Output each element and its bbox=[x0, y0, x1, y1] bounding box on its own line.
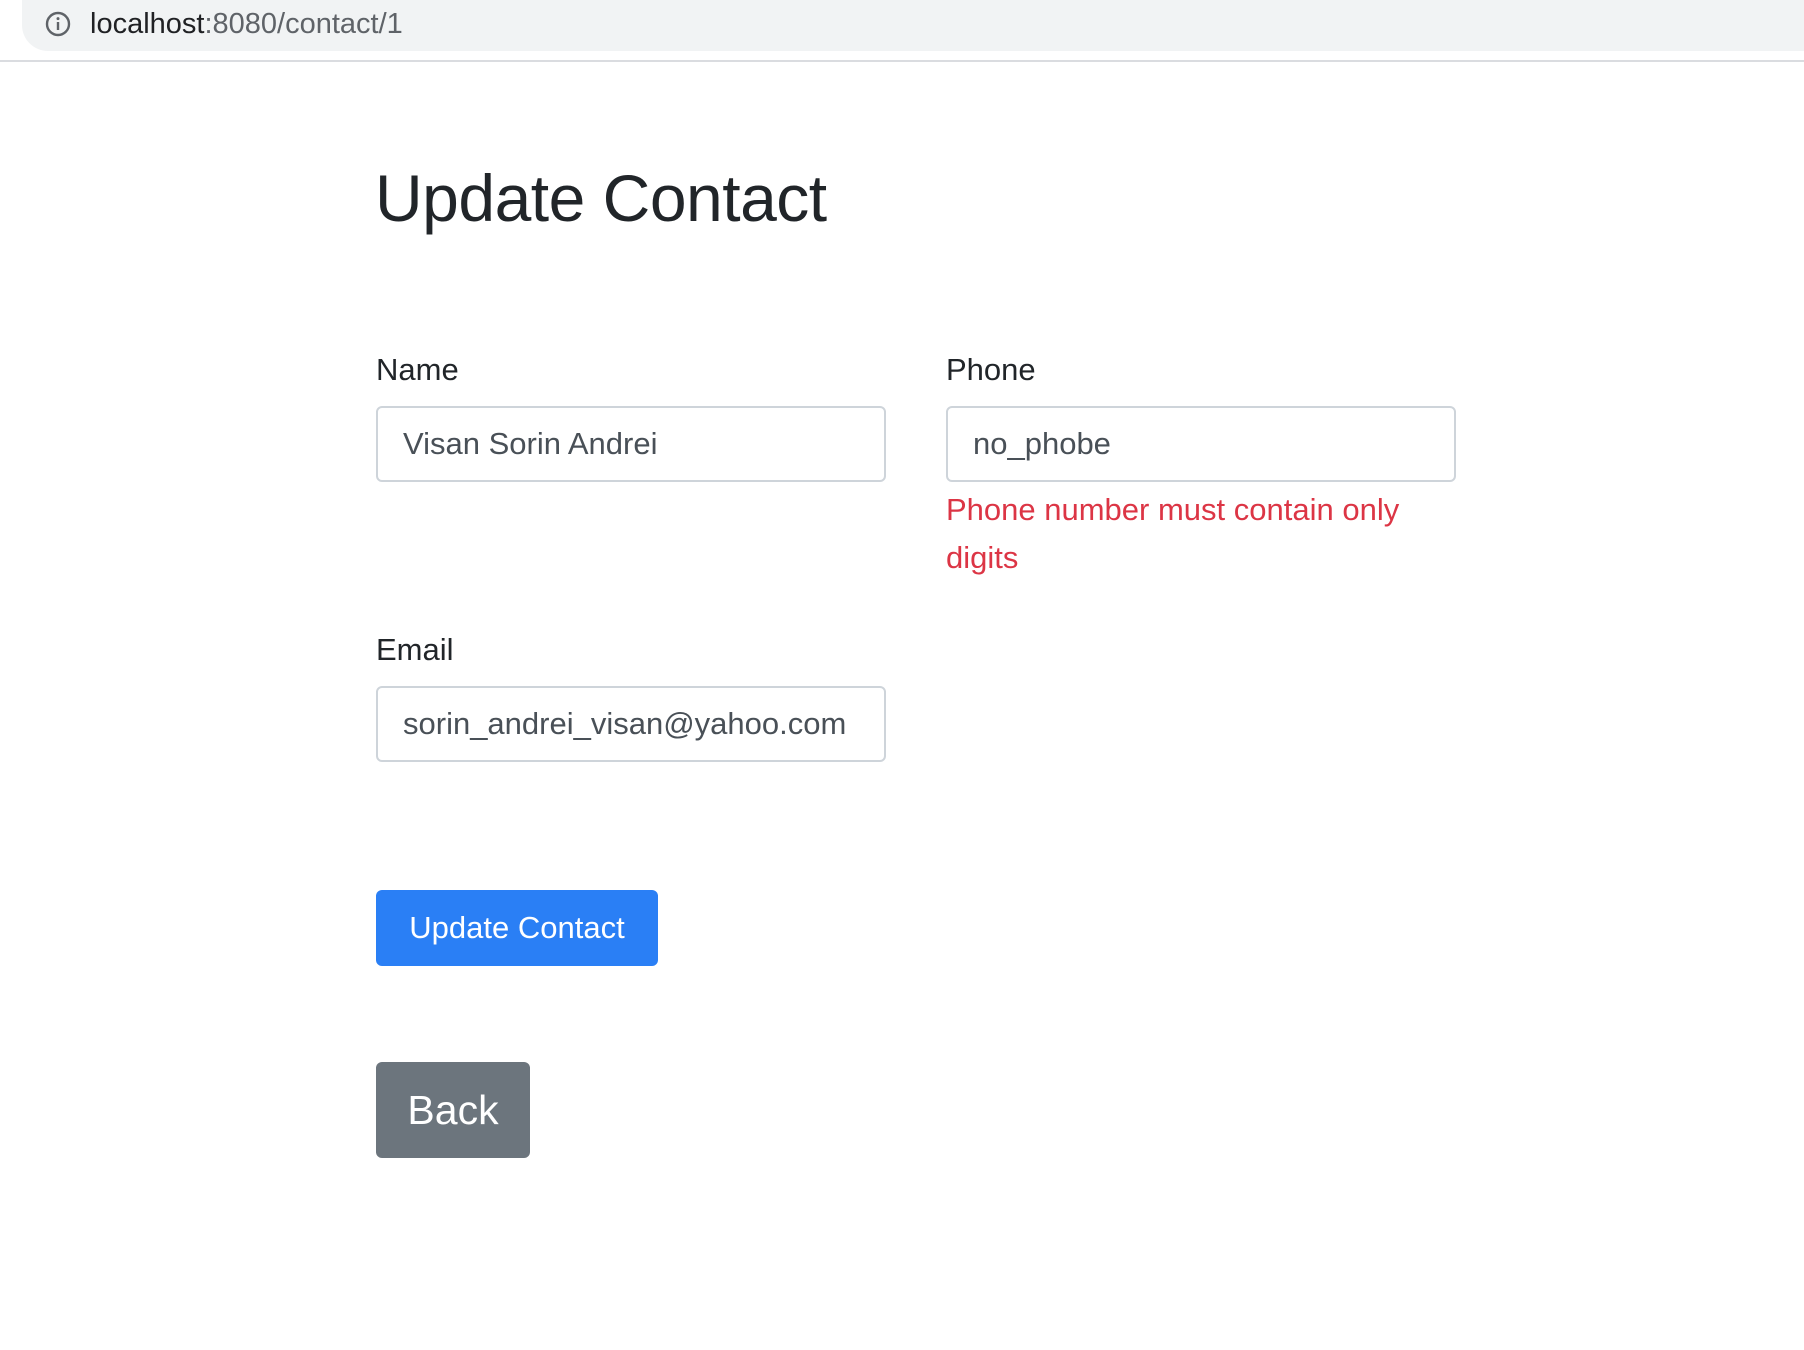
url-text[interactable]: localhost:8080/contact/1 bbox=[90, 8, 403, 40]
browser-address-bar: localhost:8080/contact/1 bbox=[0, 0, 1804, 62]
email-input[interactable] bbox=[376, 686, 886, 762]
name-input[interactable] bbox=[376, 406, 886, 482]
page-title: Update Contact bbox=[375, 161, 827, 235]
info-circle-icon[interactable] bbox=[44, 10, 72, 38]
phone-input[interactable] bbox=[946, 406, 1456, 482]
url-path: :8080/contact/1 bbox=[204, 8, 403, 40]
update-contact-button[interactable]: Update Contact bbox=[376, 890, 658, 966]
phone-label: Phone bbox=[946, 352, 1036, 387]
phone-error-message: Phone number must contain only digits bbox=[946, 492, 1400, 575]
name-label: Name bbox=[376, 352, 459, 387]
email-label: Email bbox=[376, 632, 454, 667]
back-button[interactable]: Back bbox=[376, 1062, 530, 1158]
url-host: localhost bbox=[90, 8, 205, 40]
